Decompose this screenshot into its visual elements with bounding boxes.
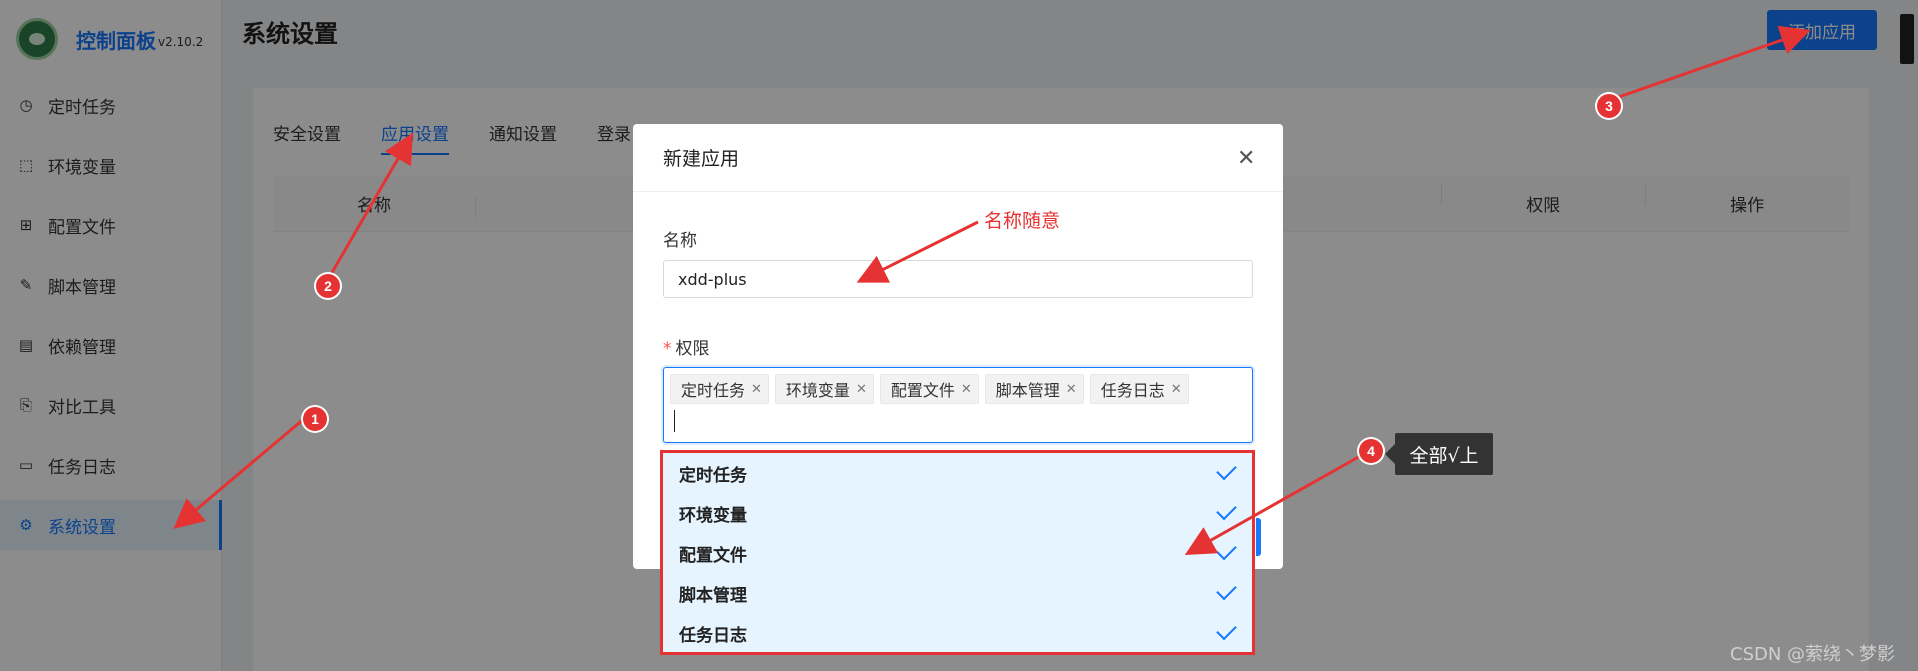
- permission-select[interactable]: 定时任务 ✕ 环境变量 ✕ 配置文件 ✕ 脚本管理 ✕ 任务日志 ✕: [663, 367, 1253, 443]
- badge-3: 3: [1597, 94, 1621, 118]
- tag-logs: 任务日志 ✕: [1089, 374, 1189, 404]
- tag-label: 配置文件: [890, 381, 955, 400]
- modal-title: 新建应用: [633, 124, 1283, 192]
- tag-label: 环境变量: [785, 381, 850, 400]
- option-label: 环境变量: [679, 505, 747, 526]
- select-all-tooltip: 全部√上: [1385, 433, 1493, 475]
- tag-label: 定时任务: [681, 381, 746, 400]
- badge-1: 1: [303, 407, 327, 431]
- tag-label: 脚本管理: [995, 381, 1060, 400]
- remove-tag-icon[interactable]: ✕: [961, 382, 972, 397]
- tag-label: 任务日志: [1100, 381, 1165, 400]
- watermark: CSDN @萦绕丶梦影: [1730, 644, 1896, 665]
- option-logs[interactable]: 任务日志: [663, 613, 1252, 653]
- check-icon: [1216, 579, 1237, 601]
- remove-tag-icon[interactable]: ✕: [751, 382, 762, 397]
- tag-config: 配置文件 ✕: [879, 374, 979, 404]
- option-cron[interactable]: 定时任务: [663, 453, 1252, 493]
- check-icon: [1216, 499, 1237, 521]
- confirm-button-edge[interactable]: [1256, 518, 1261, 556]
- close-icon[interactable]: ✕: [1237, 148, 1255, 170]
- option-config[interactable]: 配置文件: [663, 533, 1252, 573]
- check-icon: [1216, 619, 1237, 641]
- option-env[interactable]: 环境变量: [663, 493, 1252, 533]
- tag-scripts: 脚本管理 ✕: [984, 374, 1084, 404]
- permission-label: * 权限: [663, 334, 710, 359]
- badge-4: 4: [1359, 439, 1383, 463]
- required-mark: *: [663, 339, 672, 359]
- name-input[interactable]: [663, 260, 1253, 298]
- remove-tag-icon[interactable]: ✕: [1066, 382, 1077, 397]
- permission-dropdown: 定时任务 环境变量 配置文件 脚本管理 任务日志: [660, 450, 1255, 655]
- option-scripts[interactable]: 脚本管理: [663, 573, 1252, 613]
- remove-tag-icon[interactable]: ✕: [856, 382, 867, 397]
- name-label: 名称: [663, 231, 697, 251]
- text-caret: [674, 410, 675, 432]
- option-label: 配置文件: [679, 545, 747, 566]
- name-note: 名称随意: [984, 210, 1061, 232]
- badge-2: 2: [316, 274, 340, 298]
- remove-tag-icon[interactable]: ✕: [1171, 382, 1182, 397]
- permission-label-text: 权限: [675, 339, 710, 359]
- tag-cron: 定时任务 ✕: [670, 374, 769, 404]
- check-icon: [1216, 539, 1237, 561]
- option-label: 任务日志: [679, 625, 747, 646]
- tag-env: 环境变量 ✕: [774, 374, 874, 404]
- check-icon: [1216, 459, 1237, 481]
- option-label: 脚本管理: [679, 585, 747, 606]
- option-label: 定时任务: [679, 465, 747, 486]
- selected-tags: 定时任务 ✕ 环境变量 ✕ 配置文件 ✕ 脚本管理 ✕ 任务日志 ✕: [670, 374, 1246, 408]
